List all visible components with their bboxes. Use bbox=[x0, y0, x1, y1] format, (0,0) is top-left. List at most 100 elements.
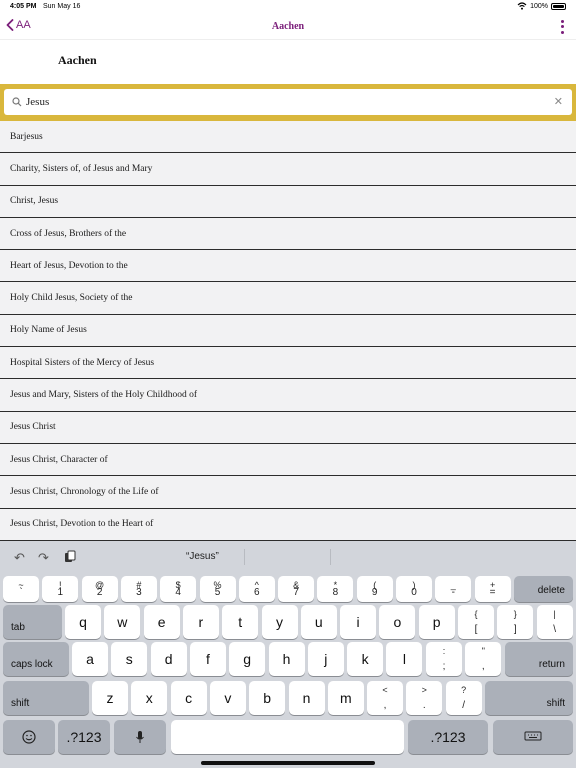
key-n[interactable]: n bbox=[288, 681, 325, 715]
key-4[interactable]: $4 bbox=[160, 576, 197, 602]
shift-right-key[interactable]: shift bbox=[485, 681, 573, 715]
home-indicator bbox=[201, 761, 375, 765]
search-result-item[interactable]: Jesus Christ, Chronology of the Life of bbox=[0, 476, 576, 509]
key-c[interactable]: c bbox=[170, 681, 207, 715]
key-j[interactable]: j bbox=[307, 642, 344, 676]
key-;[interactable]: :; bbox=[426, 642, 462, 676]
search-input[interactable] bbox=[26, 93, 546, 111]
key-m[interactable]: m bbox=[327, 681, 364, 715]
status-indicators: 100% bbox=[517, 2, 566, 10]
key-w[interactable]: w bbox=[104, 605, 141, 639]
key-\[interactable]: | \ bbox=[536, 605, 573, 639]
page-heading: Aachen bbox=[58, 53, 97, 67]
key-h[interactable]: h bbox=[268, 642, 305, 676]
more-options-icon[interactable] bbox=[558, 19, 566, 35]
emoji-key[interactable] bbox=[3, 720, 55, 754]
key-q[interactable]: q bbox=[65, 605, 101, 639]
key-t[interactable]: t bbox=[222, 605, 259, 639]
key-0[interactable]: ) 0 bbox=[396, 576, 432, 602]
key-k[interactable]: k bbox=[347, 642, 384, 676]
keyboard-hide-icon bbox=[493, 720, 573, 754]
keyboard-suggestion[interactable]: “Jesus” bbox=[186, 551, 219, 562]
paste-icon[interactable] bbox=[64, 550, 76, 566]
key-1[interactable]: ! 1 bbox=[42, 576, 79, 602]
keyboard-suggestion-bar: ↶ ↷ “Jesus” bbox=[0, 541, 576, 573]
key-p[interactable]: p bbox=[418, 605, 455, 639]
key-e[interactable]: e bbox=[143, 605, 180, 639]
wifi-icon bbox=[517, 2, 527, 10]
key-u[interactable]: u bbox=[300, 605, 337, 639]
key-f[interactable]: f bbox=[189, 642, 226, 676]
search-result-item[interactable]: Hospital Sisters of the Mercy of Jesus bbox=[0, 347, 576, 380]
key-3[interactable]: #3 bbox=[120, 576, 157, 602]
key-o[interactable]: o bbox=[379, 605, 416, 639]
hide-keyboard-key[interactable] bbox=[493, 720, 573, 754]
key-,[interactable]: ", bbox=[465, 642, 502, 676]
key--[interactable]: _ - bbox=[435, 576, 472, 602]
search-result-item[interactable]: Barjesus bbox=[0, 121, 576, 154]
key-i[interactable]: i bbox=[340, 605, 377, 639]
battery-level bbox=[553, 4, 564, 8]
search-results-list: Barjesus Charity, Sisters of, of Jesus an… bbox=[0, 121, 576, 541]
key-v[interactable]: v bbox=[209, 681, 246, 715]
key-=[interactable]: + = bbox=[474, 576, 511, 602]
search-result-item[interactable]: Holy Name of Jesus bbox=[0, 315, 576, 348]
search-box[interactable]: ✕ bbox=[4, 89, 572, 115]
status-date: Sun May 16 bbox=[43, 3, 81, 10]
nav-bar: AA Aachen bbox=[0, 16, 576, 40]
undo-icon[interactable]: ↶ bbox=[14, 550, 25, 566]
delete-key[interactable]: delete bbox=[514, 576, 573, 602]
emoji-icon bbox=[3, 720, 55, 754]
battery-icon bbox=[551, 2, 566, 10]
search-icon bbox=[12, 97, 22, 107]
key-/[interactable]: ? / bbox=[445, 681, 482, 715]
key-,[interactable]: <, bbox=[367, 681, 403, 715]
key-`[interactable]: ~ ` bbox=[3, 576, 39, 602]
search-result-item[interactable]: Jesus and Mary, Sisters of the Holy Chil… bbox=[0, 379, 576, 412]
key-[[interactable]: {[ bbox=[458, 605, 494, 639]
on-screen-keyboard: ↶ ↷ “Jesus” ~ `! 1 @2 #3 $4% 5 ^ 6 & 7 * 8(9) 0 _ - + = de… bbox=[0, 541, 576, 768]
key-8[interactable]: * 8 bbox=[317, 576, 354, 602]
search-bar: ✕ bbox=[0, 84, 576, 121]
dictation-key[interactable] bbox=[114, 720, 166, 754]
key-a[interactable]: a bbox=[72, 642, 108, 676]
redo-icon[interactable]: ↷ bbox=[38, 550, 49, 566]
search-result-item[interactable]: Jesus Christ, Character of bbox=[0, 444, 576, 477]
numbers-key-right[interactable]: .?123 bbox=[408, 720, 488, 754]
key-z[interactable]: z bbox=[92, 681, 128, 715]
key-5[interactable]: % 5 bbox=[199, 576, 236, 602]
space-bar[interactable] bbox=[171, 720, 404, 754]
nav-title: Aachen bbox=[271, 21, 305, 32]
key-r[interactable]: r bbox=[182, 605, 219, 639]
key-2[interactable]: @2 bbox=[81, 576, 118, 602]
tab-key[interactable]: tab bbox=[3, 605, 62, 639]
key-d[interactable]: d bbox=[150, 642, 187, 676]
microphone-icon bbox=[114, 720, 166, 754]
key-s[interactable]: s bbox=[111, 642, 148, 676]
search-result-item[interactable]: Jesus Christ, Devotion to the Heart of bbox=[0, 509, 576, 541]
clear-search-icon[interactable]: ✕ bbox=[554, 95, 563, 108]
search-result-item[interactable]: Christ, Jesus bbox=[0, 186, 576, 218]
search-result-item[interactable]: Heart of Jesus, Devotion to the bbox=[0, 250, 576, 283]
key-g[interactable]: g bbox=[229, 642, 266, 676]
caps-lock-key[interactable]: caps lock bbox=[3, 642, 69, 676]
search-result-item[interactable]: Holy Child Jesus, Society of the bbox=[0, 282, 576, 315]
key-x[interactable]: x bbox=[131, 681, 168, 715]
key-b[interactable]: b bbox=[249, 681, 286, 715]
status-time: 4:05 PM bbox=[10, 3, 37, 10]
key-l[interactable]: l bbox=[386, 642, 423, 676]
search-result-item[interactable]: Charity, Sisters of, of Jesus and Mary bbox=[0, 153, 576, 186]
numbers-key-left[interactable]: .?123 bbox=[58, 720, 110, 754]
key-7[interactable]: & 7 bbox=[278, 576, 315, 602]
key-6[interactable]: ^ 6 bbox=[238, 576, 275, 602]
search-result-item[interactable]: Cross of Jesus, Brothers of the bbox=[0, 218, 576, 251]
search-result-item[interactable]: Jesus Christ bbox=[0, 412, 576, 444]
status-bar: 4:05 PM Sun May 16 100% bbox=[0, 0, 576, 16]
key-y[interactable]: y bbox=[261, 605, 298, 639]
key-][interactable]: }] bbox=[497, 605, 534, 639]
return-key[interactable]: return bbox=[505, 642, 573, 676]
key-9[interactable]: (9 bbox=[356, 576, 393, 602]
key-.[interactable]: >. bbox=[406, 681, 443, 715]
battery-percent: 100% bbox=[530, 2, 548, 10]
shift-left-key[interactable]: shift bbox=[3, 681, 89, 715]
